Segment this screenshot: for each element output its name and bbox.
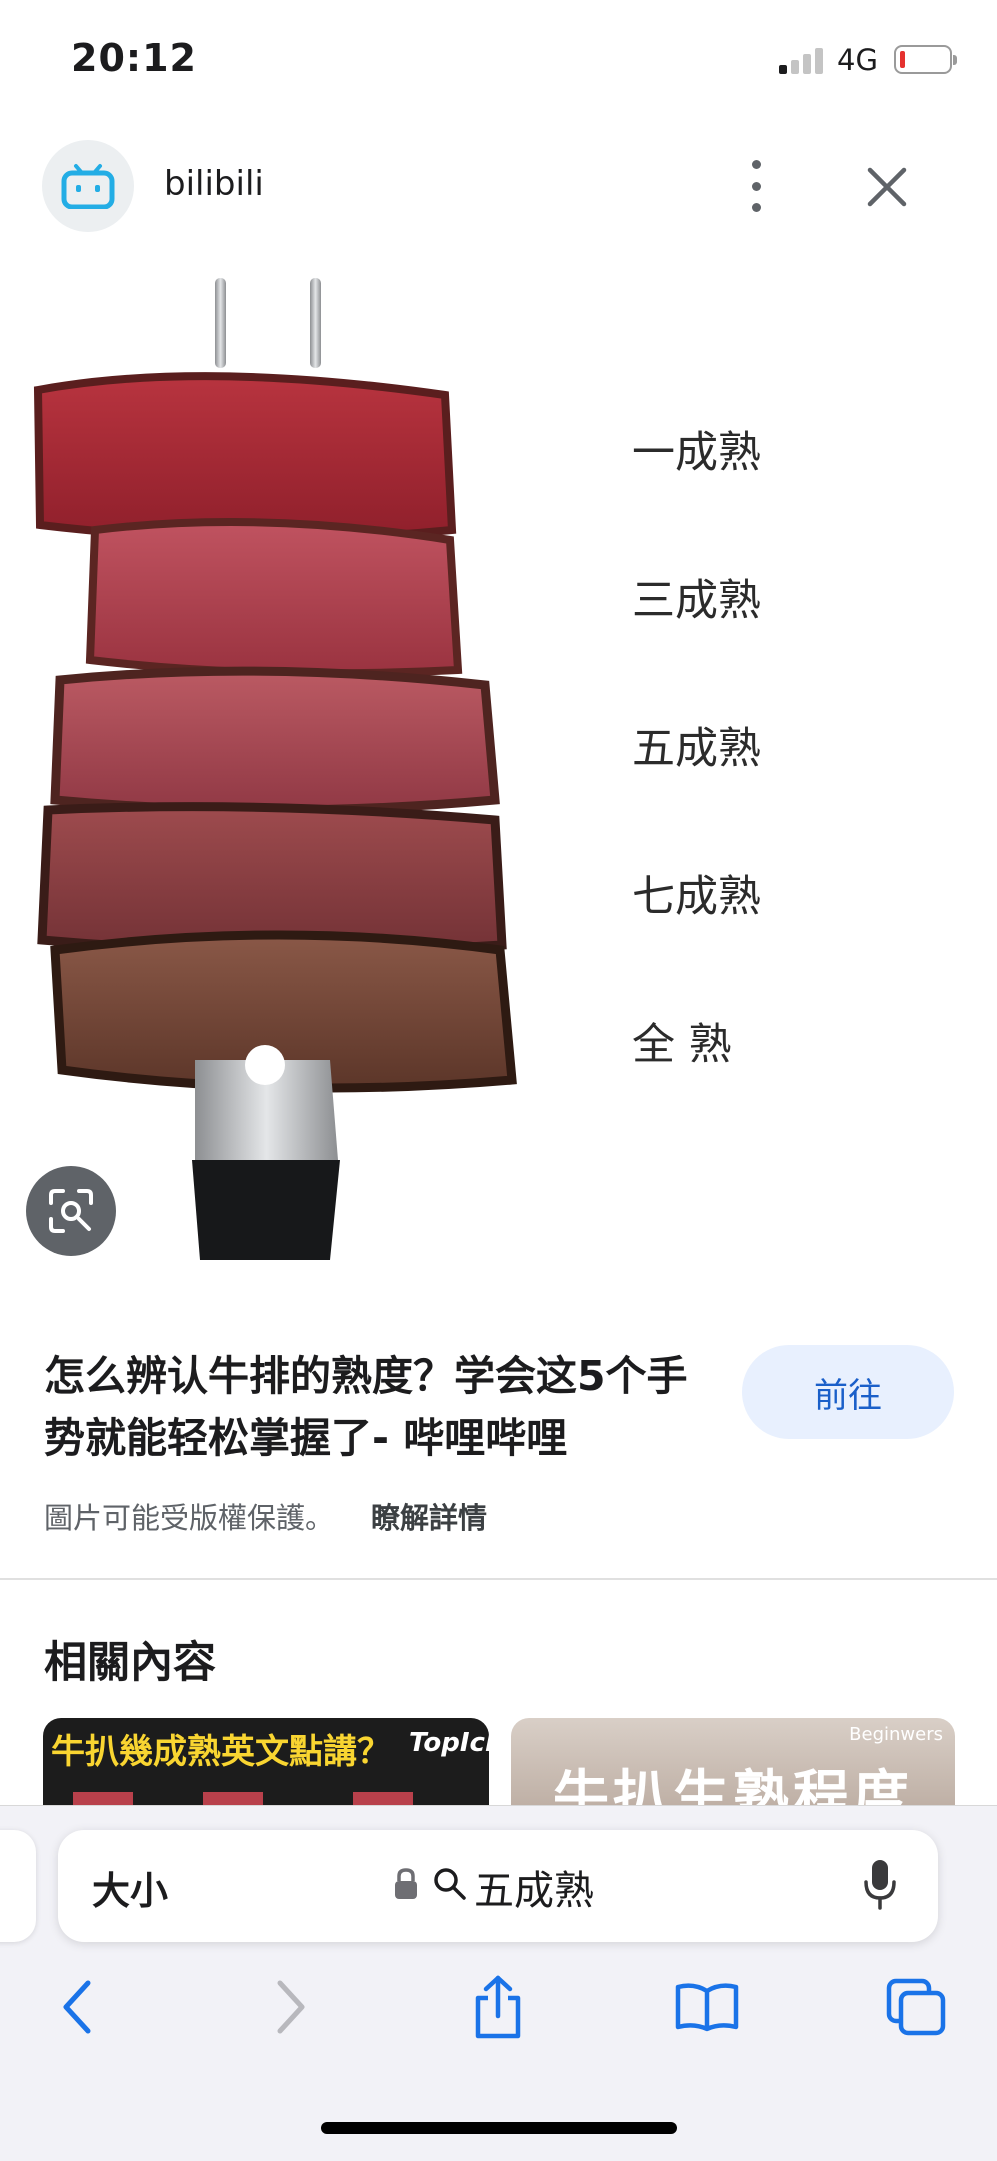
related-content-heading: 相關內容 <box>44 1638 216 1688</box>
book-icon <box>675 1983 739 2032</box>
section-divider <box>0 1578 997 1580</box>
chevron-right-icon <box>277 1980 305 2034</box>
bookmarks-button[interactable] <box>667 1972 747 2042</box>
thumbnail-caption: 牛扒幾成熟英文點講？ <box>51 1732 391 1772</box>
source-site-name[interactable]: bilibili <box>164 164 264 204</box>
battery-icon <box>894 45 957 74</box>
visit-button[interactable]: 前往 <box>742 1345 954 1439</box>
text-size-button[interactable]: 大小 <box>92 1860 168 1915</box>
steak-on-fork-image <box>33 278 517 1260</box>
bilibili-logo-icon[interactable] <box>42 140 134 232</box>
lock-icon <box>395 1868 417 1899</box>
status-time: 20:12 <box>71 36 197 80</box>
microphone-icon[interactable] <box>862 1858 898 1910</box>
close-icon[interactable] <box>862 162 912 212</box>
tabs-button[interactable] <box>876 1972 956 2042</box>
forward-button[interactable] <box>250 1972 330 2042</box>
share-button[interactable] <box>458 1972 538 2042</box>
share-icon <box>475 1975 521 2039</box>
signal-strength-icon <box>779 48 823 74</box>
tabs-icon <box>886 1978 946 2036</box>
doneness-label-1: 一成熟 <box>632 428 761 478</box>
copyright-notice: 圖片可能受版權保護。 <box>44 1501 335 1535</box>
thumbnail-logo: TopIck <box>409 1728 489 1758</box>
doneness-label-5: 全 熟 <box>632 1020 732 1070</box>
home-indicator[interactable] <box>321 2122 677 2134</box>
back-button[interactable] <box>38 1972 118 2042</box>
more-options-icon[interactable] <box>744 160 768 212</box>
text-size-label: 大小 <box>92 1869 169 1913</box>
doneness-label-2: 三成熟 <box>632 576 761 626</box>
lens-search-icon[interactable] <box>26 1166 116 1256</box>
network-type: 4G <box>837 43 878 77</box>
search-query[interactable]: 五成熟 <box>474 1858 594 1916</box>
learn-more-link[interactable]: 瞭解詳情 <box>371 1495 487 1537</box>
preview-image[interactable]: 一成熟 三成熟 五成熟 七成熟 全 熟 <box>0 260 997 1280</box>
chevron-left-icon <box>63 1980 91 2034</box>
search-icon <box>434 1868 466 1900</box>
doneness-label-4: 七成熟 <box>632 872 761 922</box>
result-title[interactable]: 怎么辨认牛排的熟度？学会这5个手势就能轻松掌握了- 哔哩哔哩 <box>44 1345 704 1469</box>
doneness-label-3: 五成熟 <box>632 724 761 774</box>
battery-level <box>900 51 905 68</box>
thumbnail-logo: Beginwers <box>849 1724 943 1745</box>
previous-tab-peek[interactable] <box>0 1830 36 1942</box>
